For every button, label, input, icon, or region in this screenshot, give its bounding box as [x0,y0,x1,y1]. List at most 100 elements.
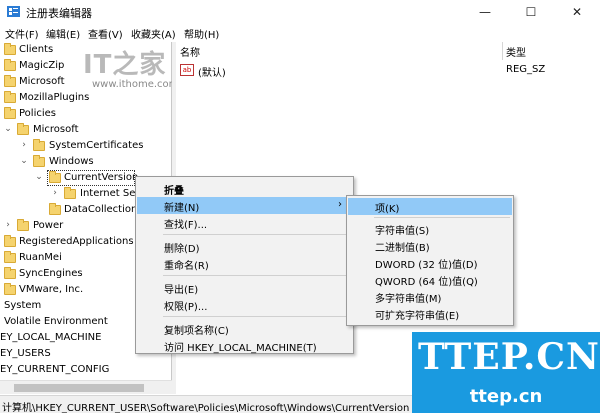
menu-edit[interactable]: 编辑(E) [46,26,80,41]
menu-item-label: 字符串值(S) [375,226,430,237]
tree-item-label: RuanMei [19,252,62,263]
folder-icon [17,123,29,135]
tree-item[interactable]: EY_CURRENT_CONFIG [0,362,171,378]
submenu-item-binary[interactable]: 二进制值(B) [348,237,512,254]
menu-bar: 文件(F) 编辑(E) 查看(V) 收藏夹(A) 帮助(H) [0,24,600,41]
chevron-right-icon[interactable]: › [20,140,28,150]
submenu-item-key[interactable]: 项(K) [348,198,512,215]
tree-item-label: Volatile Environment [4,316,108,327]
folder-icon [64,187,76,199]
maximize-button[interactable]: ☐ [508,0,554,24]
menu-item-label: 新建(N) [164,203,200,214]
minimize-button[interactable]: — [462,0,508,24]
menu-item-collapse[interactable]: 折叠 [137,180,352,197]
menu-separator [163,316,349,317]
menu-item-label: 可扩充字符串值(E) [375,311,460,322]
menu-item-new[interactable]: 新建(N) › [137,197,352,214]
folder-icon [4,267,16,279]
tree-item-label: MozillaPlugins [19,92,90,103]
submenu-item-expandable-string[interactable]: 可扩充字符串值(E) [348,305,512,322]
submenu-item-qword[interactable]: QWORD (64 位)值(Q) [348,271,512,288]
menu-item-label: 导出(E) [164,285,199,296]
menu-help[interactable]: 帮助(H) [184,26,219,41]
string-value-icon: ab [180,64,194,76]
menu-item-label: 项(K) [375,204,400,215]
column-separator[interactable] [502,42,503,60]
scrollbar-thumb[interactable] [14,384,144,392]
folder-icon [4,91,16,103]
folder-icon [4,43,16,55]
folder-icon [33,139,45,151]
tree-item-label: MagicZip [19,60,65,71]
title-bar: 注册表编辑器 — ☐ ✕ [0,0,600,24]
menu-favorites[interactable]: 收藏夹(A) [131,26,176,41]
submenu-item-multi-string[interactable]: 多字符串值(M) [348,288,512,305]
status-path: 计算机\HKEY_CURRENT_USER\Software\Policies\… [2,403,410,413]
tree-item-label: Clients [19,44,54,55]
submenu-item-string[interactable]: 字符串值(S) [348,220,512,237]
tree-item-label: SystemCertificates [49,140,144,151]
menu-file[interactable]: 文件(F) [5,26,39,41]
tree-item[interactable]: Policies [0,106,171,122]
ttep-watermark: TTEP.CN ttep.cn [412,332,600,413]
menu-item-copy-key-name[interactable]: 复制项名称(C) [137,320,352,337]
folder-icon [4,251,16,263]
menu-item-delete[interactable]: 删除(D) [137,238,352,255]
tree-item-label: Microsoft [33,124,79,135]
tree-item-label: EY_CURRENT_CONFIG [0,364,110,375]
tree-item[interactable]: ⌄ Windows [0,154,171,170]
folder-icon [4,107,16,119]
menu-separator [163,234,349,235]
tree-item[interactable]: MozillaPlugins [0,90,171,106]
menu-item-label: 二进制值(B) [375,243,430,254]
column-header-type[interactable]: 类型 [506,44,526,59]
menu-item-goto-hklm[interactable]: 访问 HKEY_LOCAL_MACHINE(T) [137,337,352,354]
tree-item-label: RegisteredApplications [19,236,134,247]
menu-view[interactable]: 查看(V) [88,26,123,41]
tree-item-label: Microsoft [19,76,65,87]
chevron-right-icon[interactable]: › [4,220,12,230]
tree-item-label: Windows [49,156,94,167]
folder-icon [4,75,16,87]
ithome-watermark-url: www.ithome.com [92,79,179,90]
tree-item[interactable]: › SystemCertificates [0,138,171,154]
menu-item-find[interactable]: 查找(F)... [137,214,352,231]
chevron-down-icon[interactable]: ⌄ [35,172,43,182]
folder-icon [4,235,16,247]
menu-item-label: 查找(F)... [164,220,208,231]
menu-item-export[interactable]: 导出(E) [137,279,352,296]
menu-item-permissions[interactable]: 权限(P)... [137,296,352,313]
horizontal-scrollbar[interactable] [0,380,172,394]
folder-icon [4,283,16,295]
chevron-down-icon[interactable]: ⌄ [4,124,12,134]
menu-item-label: 复制项名称(C) [164,326,229,337]
folder-icon [4,59,16,71]
regedit-icon [7,6,20,17]
menu-item-label: 多字符串值(M) [375,294,442,305]
chevron-right-icon[interactable]: › [51,188,59,198]
menu-item-label: DWORD (32 位)值(D) [375,260,478,271]
submenu-item-dword[interactable]: DWORD (32 位)值(D) [348,254,512,271]
menu-item-rename[interactable]: 重命名(R) [137,255,352,272]
menu-separator [163,275,349,276]
tree-item-label: VMware, Inc. [19,284,84,295]
close-button[interactable]: ✕ [554,0,600,24]
chevron-down-icon[interactable]: ⌄ [20,156,28,166]
tree-item-label: EY_LOCAL_MACHINE [0,332,102,343]
tree-item-label: CurrentVersion [64,172,139,183]
ttep-watermark-small: ttep.cn [469,386,543,407]
tree-item-label: DataCollection [64,204,138,215]
menu-item-label: QWORD (64 位)值(Q) [375,277,478,288]
column-header-name[interactable]: 名称 [180,44,200,59]
folder-icon [49,203,61,215]
tree-item-label: SyncEngines [19,268,83,279]
tree-item-label: Power [33,220,64,231]
tree-item[interactable]: ⌄ Microsoft [0,122,171,138]
folder-icon [33,155,45,167]
value-type: REG_SZ [506,64,546,75]
chevron-right-icon: › [338,199,342,210]
tree-item-label: Policies [19,108,56,119]
value-name[interactable]: (默认) [198,64,226,79]
context-menu: 折叠 新建(N) › 查找(F)... 删除(D) 重命名(R) 导出(E) 权… [135,176,354,354]
menu-item-label: 权限(P)... [164,302,208,313]
